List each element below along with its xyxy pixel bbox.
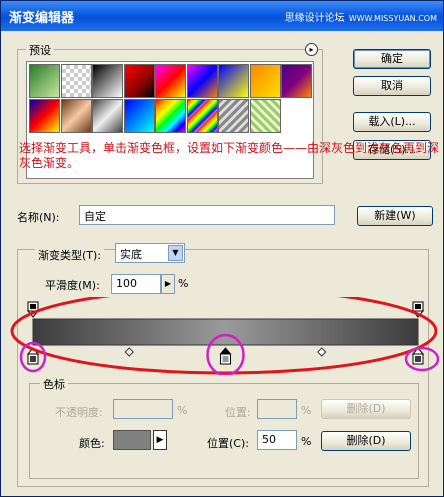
preset-swatch[interactable] bbox=[186, 99, 218, 133]
name-input[interactable]: 自定 bbox=[79, 205, 335, 225]
opacity-location-label: 位置: bbox=[225, 406, 251, 419]
gradient-editor-zone bbox=[1, 297, 444, 375]
preset-swatch[interactable] bbox=[60, 64, 92, 98]
preset-swatch[interactable] bbox=[186, 64, 218, 98]
preset-swatch[interactable] bbox=[29, 99, 60, 133]
smoothness-arrow-icon[interactable]: ▶ bbox=[161, 274, 175, 294]
smoothness-label: 平滑度(M): bbox=[45, 279, 100, 292]
ok-button[interactable]: 确定 bbox=[353, 49, 431, 69]
opacity-label: 不透明度: bbox=[55, 406, 103, 419]
preset-swatch[interactable] bbox=[29, 64, 60, 98]
smoothness-input[interactable]: 100 bbox=[111, 274, 161, 294]
preset-swatch[interactable] bbox=[249, 99, 281, 133]
chevron-down-icon[interactable]: ▼ bbox=[168, 245, 183, 261]
gradient-bar-svg bbox=[10, 297, 440, 375]
color-swatch[interactable] bbox=[113, 430, 151, 450]
opacity-location-input bbox=[257, 399, 297, 419]
preset-swatch[interactable] bbox=[60, 99, 92, 133]
color-location-input[interactable]: 50 bbox=[257, 430, 297, 450]
smoothness-unit: % bbox=[178, 277, 189, 290]
preset-swatch[interactable] bbox=[249, 64, 281, 98]
name-label: 名称(N): bbox=[17, 211, 60, 224]
preset-swatch[interactable] bbox=[218, 99, 249, 133]
gradient-type-label: 渐变类型(T): bbox=[35, 247, 105, 263]
delete-color-button[interactable]: 删除(D) bbox=[321, 431, 411, 451]
new-button[interactable]: 新建(W) bbox=[357, 206, 433, 226]
gradient-type-select[interactable]: 实底 ▼ bbox=[115, 243, 185, 263]
opacity-input bbox=[113, 399, 173, 419]
watermark-url: WWW.MISSYUAN.COM bbox=[348, 14, 437, 23]
color-label: 颜色: bbox=[79, 437, 105, 450]
preset-swatch[interactable] bbox=[123, 99, 155, 133]
presets-label: 预设 bbox=[26, 42, 54, 58]
gradient-editor-window: 渐变编辑器 思缘设计论坛 WWW.MISSYUAN.COM 预设 ▸ 确定 取消 … bbox=[0, 0, 444, 497]
preset-swatch[interactable] bbox=[92, 64, 123, 98]
presets-menu-icon[interactable]: ▸ bbox=[305, 43, 318, 56]
midpoint-marker[interactable] bbox=[317, 347, 327, 357]
preset-swatch[interactable] bbox=[281, 64, 312, 98]
gradient-bar[interactable] bbox=[32, 318, 419, 346]
annotation-text: 选择渐变工具，单击渐变色框，设置如下渐变颜色——由深灰色到浅灰色再到深灰色渐变。 bbox=[19, 141, 440, 170]
color-stop[interactable] bbox=[219, 347, 232, 365]
preset-swatch[interactable] bbox=[92, 99, 123, 133]
delete-opacity-button: 删除(D) bbox=[321, 399, 411, 419]
color-stops-label: 色标 bbox=[40, 376, 68, 392]
gradient-type-value: 实底 bbox=[120, 248, 142, 261]
opacity-location-unit: % bbox=[301, 404, 312, 417]
cancel-button[interactable]: 取消 bbox=[353, 76, 431, 96]
opacity-unit: % bbox=[177, 404, 188, 417]
midpoint-marker[interactable] bbox=[124, 347, 134, 357]
load-button[interactable]: 载入(L)... bbox=[353, 112, 431, 132]
preset-swatch[interactable] bbox=[123, 64, 155, 98]
watermark: 思缘设计论坛 WWW.MISSYUAN.COM bbox=[285, 9, 437, 24]
preset-swatch[interactable] bbox=[155, 99, 186, 133]
color-location-label: 位置(C): bbox=[207, 437, 249, 450]
preset-swatch[interactable] bbox=[218, 64, 249, 98]
preset-swatch[interactable] bbox=[155, 64, 186, 98]
title-bar: 渐变编辑器 思缘设计论坛 WWW.MISSYUAN.COM bbox=[1, 1, 443, 31]
window-title: 渐变编辑器 bbox=[9, 11, 75, 26]
watermark-text: 思缘设计论坛 bbox=[284, 13, 345, 24]
color-location-unit: % bbox=[301, 435, 312, 448]
color-menu-arrow-icon[interactable]: ▶ bbox=[153, 430, 167, 450]
